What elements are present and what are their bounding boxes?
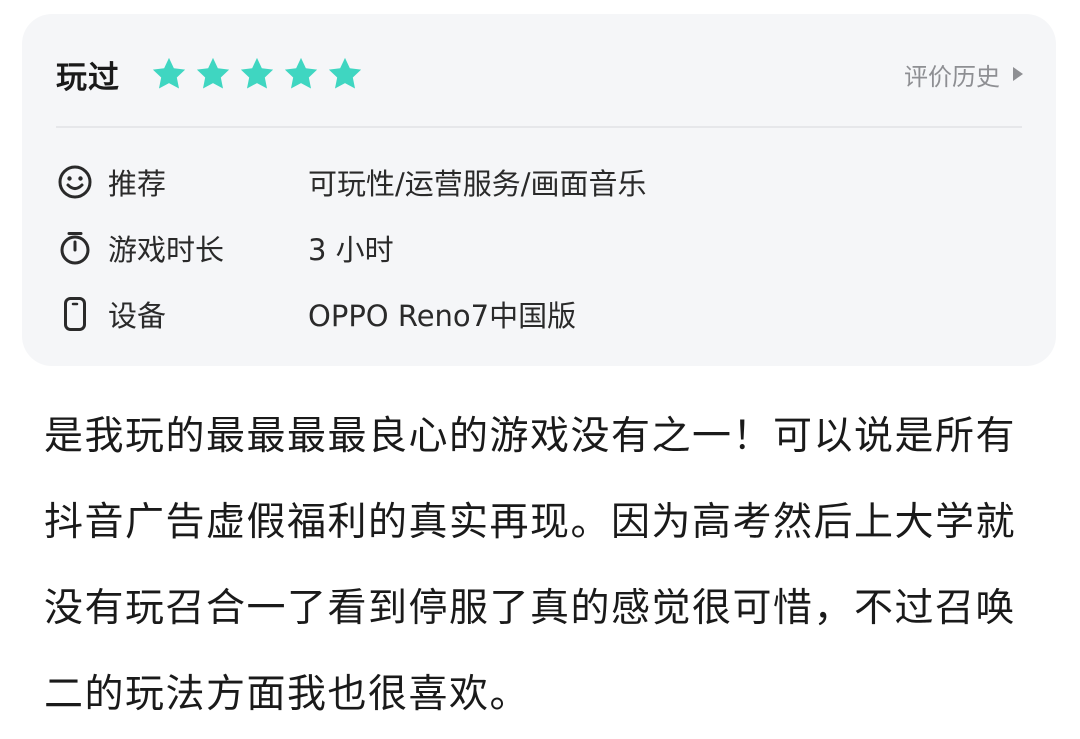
device-label: 设备 (108, 299, 167, 333)
smiley-face-icon (56, 163, 94, 201)
playtime-value: 3 小时 (308, 233, 394, 267)
play-arrow-icon (1012, 60, 1024, 88)
star-icon (150, 56, 188, 92)
recommend-row: 推荐 可玩性/运营服务/画面音乐 (56, 157, 1022, 207)
played-status: 玩过 (56, 59, 120, 96)
star-icon (194, 56, 232, 92)
header-divider (56, 126, 1022, 128)
star-rating (150, 56, 364, 92)
star-icon (282, 56, 320, 92)
playtime-row: 游戏时长 3 小时 (56, 223, 1022, 273)
phone-icon (56, 295, 94, 333)
playtime-label: 游戏时长 (108, 233, 225, 267)
recommend-label: 推荐 (108, 167, 167, 201)
recommend-value: 可玩性/运营服务/画面音乐 (308, 167, 647, 201)
stopwatch-icon (56, 229, 94, 267)
card-header: 玩过 评价历史 (56, 42, 1024, 106)
review-info-card: 玩过 评价历史 推荐 可玩性/运营服务/画面音乐 游戏时长 3 小时 设备 OP… (22, 14, 1056, 366)
device-row: 设备 OPPO Reno7中国版 (56, 289, 1022, 339)
star-icon (238, 56, 276, 92)
device-value: OPPO Reno7中国版 (308, 299, 577, 333)
star-icon (326, 56, 364, 92)
review-text: 是我玩的最最最最良心的游戏没有之一！可以说是所有抖音广告虚假福利的真实再现。因为… (44, 414, 1017, 717)
rating-history-link[interactable]: 评价历史 (904, 57, 1024, 92)
rating-history-label: 评价历史 (904, 62, 1000, 91)
